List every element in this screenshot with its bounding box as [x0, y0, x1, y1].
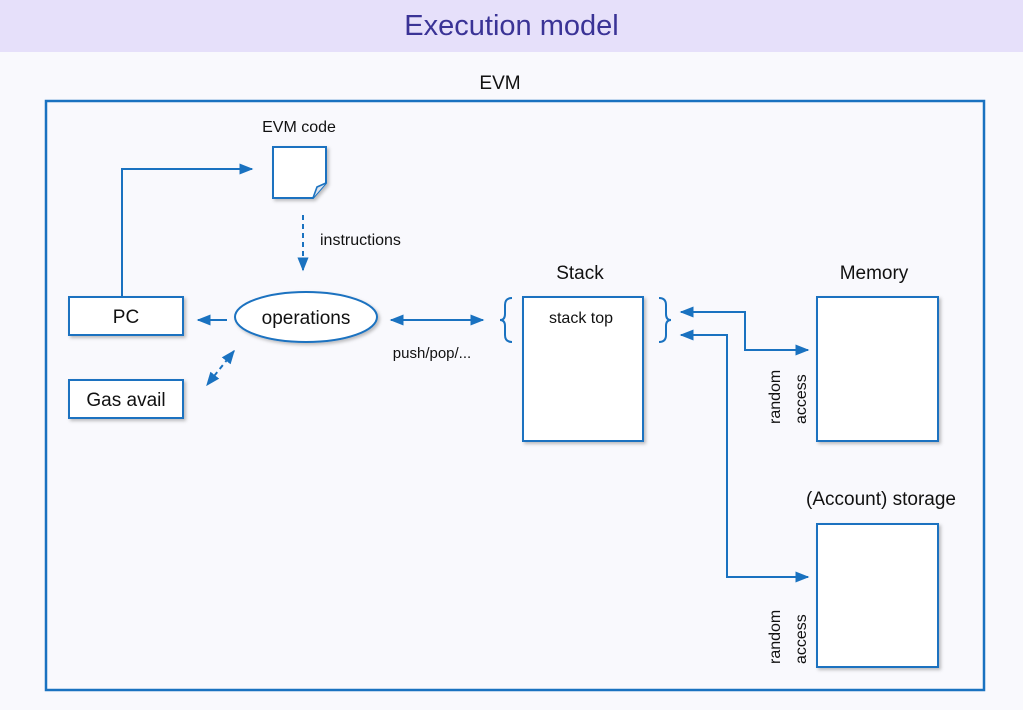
storage-access-line2: access — [793, 614, 810, 664]
memory-access-line2: access — [793, 374, 810, 424]
stack-label: Stack — [556, 263, 604, 284]
evm-label: EVM — [479, 73, 520, 94]
stack-top-label: stack top — [549, 310, 613, 327]
document-icon — [272, 146, 327, 199]
instructions-label: instructions — [320, 232, 401, 249]
pc-label: PC — [113, 307, 139, 328]
push-pop-label: push/pop/... — [393, 345, 471, 362]
storage-label: (Account) storage — [806, 489, 956, 510]
memory-access-line1: random — [767, 370, 784, 424]
operations-label: operations — [262, 308, 351, 329]
gas-avail-label: Gas avail — [86, 390, 165, 411]
execution-model-diagram: EVM EVM code instructions PC Gas avail o… — [44, 73, 986, 692]
memory-label: Memory — [840, 263, 909, 284]
storage-box — [816, 523, 939, 668]
memory-box — [816, 296, 939, 442]
evm-code-label: EVM code — [262, 119, 336, 136]
storage-access-line1: random — [767, 610, 784, 664]
